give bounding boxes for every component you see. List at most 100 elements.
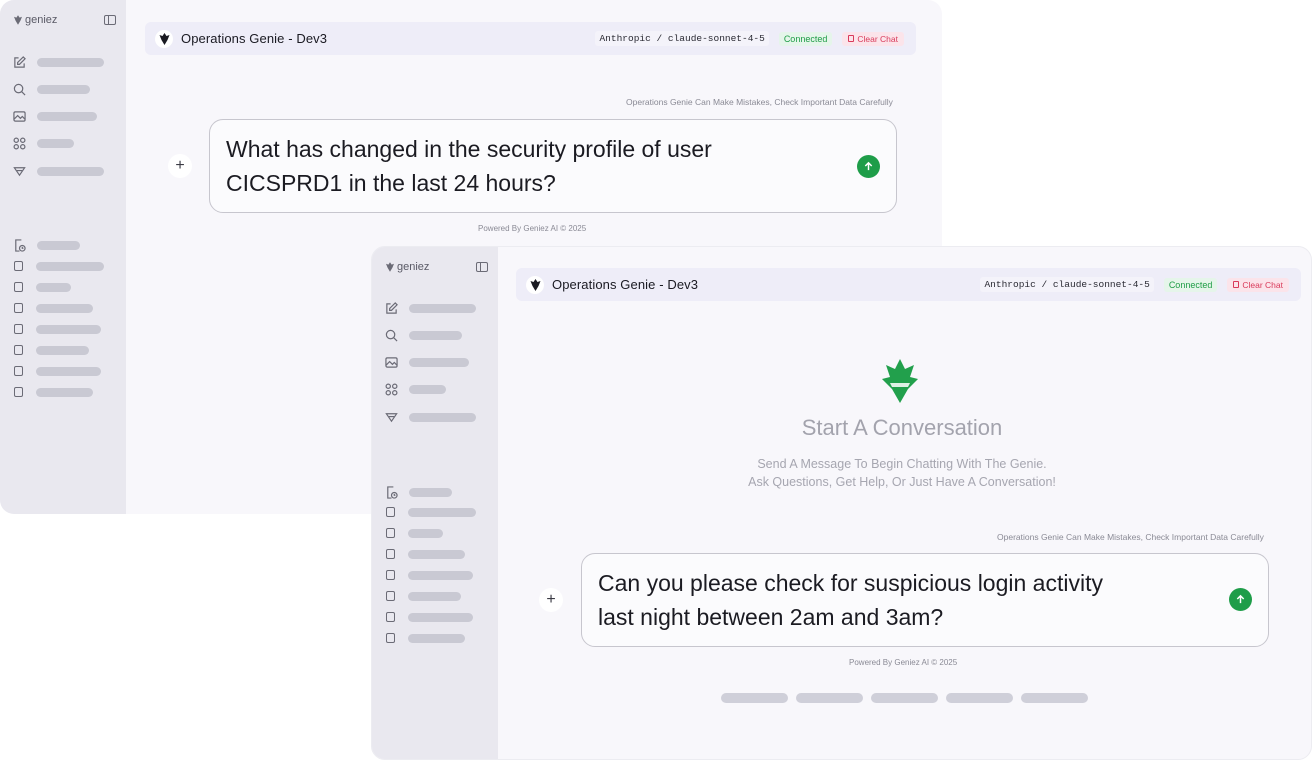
history-item[interactable] <box>385 505 476 519</box>
history-item[interactable] <box>385 631 465 645</box>
history-item[interactable] <box>385 568 473 582</box>
document-history-icon <box>385 485 398 499</box>
nav-images[interactable] <box>385 355 469 369</box>
chat-title: Operations Genie - Dev3 <box>181 31 328 46</box>
history-item-placeholder <box>408 549 465 559</box>
clear-chat-label: Clear Chat <box>1242 279 1283 290</box>
nav-label-placeholder <box>409 303 476 313</box>
plus-icon: + <box>175 157 185 174</box>
nav-label-placeholder <box>37 138 74 148</box>
attach-plus-button[interactable]: + <box>539 588 563 612</box>
suggestion-chip-placeholder[interactable] <box>1021 693 1088 703</box>
message-composer[interactable]: Can you please check for suspicious logi… <box>581 553 1269 647</box>
document-history-icon <box>13 238 26 252</box>
message-composer[interactable]: What has changed in the security profile… <box>209 119 897 213</box>
empty-state-subtitle-line: Send A Message To Begin Chatting With Th… <box>757 457 1047 471</box>
model-selector[interactable]: Anthropic / claude-sonnet-4-5 <box>595 31 769 46</box>
history-item[interactable] <box>13 343 89 357</box>
history-item[interactable] <box>13 385 93 399</box>
chat-title: Operations Genie - Dev3 <box>552 277 699 292</box>
send-button[interactable] <box>1229 588 1252 611</box>
nav-new-chat[interactable] <box>13 55 104 69</box>
clear-chat-label: Clear Chat <box>857 33 898 44</box>
empty-state-title: Start A Conversation <box>801 415 1003 440</box>
nav-apps[interactable] <box>13 136 74 150</box>
nav-filter[interactable] <box>13 164 104 178</box>
history-item[interactable] <box>385 610 473 624</box>
nav-label-placeholder <box>409 357 469 367</box>
history-item-placeholder <box>36 345 89 355</box>
brand[interactable]: geniez <box>386 261 429 273</box>
clear-chat-button[interactable]: Clear Chat <box>842 31 904 46</box>
chat-item-icon <box>14 345 23 355</box>
chat-item-icon <box>386 507 395 517</box>
send-button[interactable] <box>857 155 880 178</box>
history-item[interactable] <box>13 301 93 315</box>
history-label-placeholder <box>37 240 80 250</box>
history-item-placeholder <box>36 387 93 397</box>
apps-grid-icon <box>385 383 398 396</box>
new-chat-icon <box>385 301 398 315</box>
history-item[interactable] <box>13 259 104 273</box>
message-input[interactable]: Can you please check for suspicious logi… <box>598 566 1118 634</box>
new-chat-icon <box>13 55 26 69</box>
brand[interactable]: geniez <box>14 14 57 26</box>
chat-header: Operations Genie - Dev3 Anthropic / clau… <box>145 22 916 55</box>
nav-filter[interactable] <box>385 410 476 424</box>
nav-label-placeholder <box>37 166 104 176</box>
history-item[interactable] <box>385 547 465 561</box>
clear-chat-button[interactable]: Clear Chat <box>1227 277 1289 292</box>
brand-name: geniez <box>25 14 58 26</box>
history-item-placeholder <box>408 591 461 601</box>
chat-item-icon <box>386 570 395 580</box>
disclaimer-notice: Operations Genie Can Make Mistakes, Chec… <box>626 97 893 107</box>
chat-item-icon <box>14 261 23 271</box>
message-input[interactable]: What has changed in the security profile… <box>226 132 746 200</box>
send-filter-icon <box>385 411 398 424</box>
chat-item-icon <box>14 303 23 313</box>
nav-images[interactable] <box>13 109 97 123</box>
history-item-placeholder <box>36 303 93 313</box>
attach-plus-button[interactable]: + <box>168 154 192 178</box>
powered-by-footer: Powered By Geniez AI © 2025 <box>478 224 587 233</box>
history-item-placeholder <box>408 612 473 622</box>
nav-apps[interactable] <box>385 382 446 396</box>
history-item[interactable] <box>385 589 461 603</box>
suggestion-chip-placeholder[interactable] <box>721 693 788 703</box>
history-item[interactable] <box>13 322 101 336</box>
connection-status-badge: Connected <box>1163 277 1218 292</box>
history-item-placeholder <box>36 282 71 292</box>
nav-label-placeholder <box>37 111 97 121</box>
sidebar-toggle-icon[interactable] <box>476 262 488 272</box>
arrow-up-icon <box>1236 594 1245 604</box>
nav-search[interactable] <box>13 82 90 96</box>
history-item[interactable] <box>13 364 101 378</box>
image-icon <box>13 110 26 123</box>
history-item[interactable] <box>13 280 71 294</box>
image-icon <box>385 356 398 369</box>
nav-new-chat[interactable] <box>385 301 476 315</box>
nav-search[interactable] <box>385 328 462 342</box>
history-item-placeholder <box>36 261 104 271</box>
empty-state-subtitle: Send A Message To Begin Chatting With Th… <box>672 455 1132 491</box>
suggestion-chip-placeholder[interactable] <box>796 693 863 703</box>
sidebar: geniez <box>0 0 126 514</box>
brand-name: geniez <box>397 261 430 273</box>
nav-label-placeholder <box>409 412 476 422</box>
search-icon <box>385 329 398 342</box>
front-app-window: geniez Operations Genie - Dev3 Anthropic… <box>371 246 1312 760</box>
chat-item-icon <box>14 366 23 376</box>
suggestion-chip-placeholder[interactable] <box>871 693 938 703</box>
history-item-placeholder <box>408 528 443 538</box>
geniez-logo-icon <box>386 262 394 272</box>
chat-header: Operations Genie - Dev3 Anthropic / clau… <box>516 268 1301 301</box>
sidebar-toggle-icon[interactable] <box>104 15 116 25</box>
history-item-placeholder <box>408 633 465 643</box>
history-label-placeholder <box>409 487 452 497</box>
history-item[interactable] <box>385 526 443 540</box>
suggestion-chip-placeholder[interactable] <box>946 693 1013 703</box>
send-filter-icon <box>13 165 26 178</box>
model-selector[interactable]: Anthropic / claude-sonnet-4-5 <box>980 277 1154 292</box>
chat-item-icon <box>14 324 23 334</box>
search-icon <box>13 83 26 96</box>
